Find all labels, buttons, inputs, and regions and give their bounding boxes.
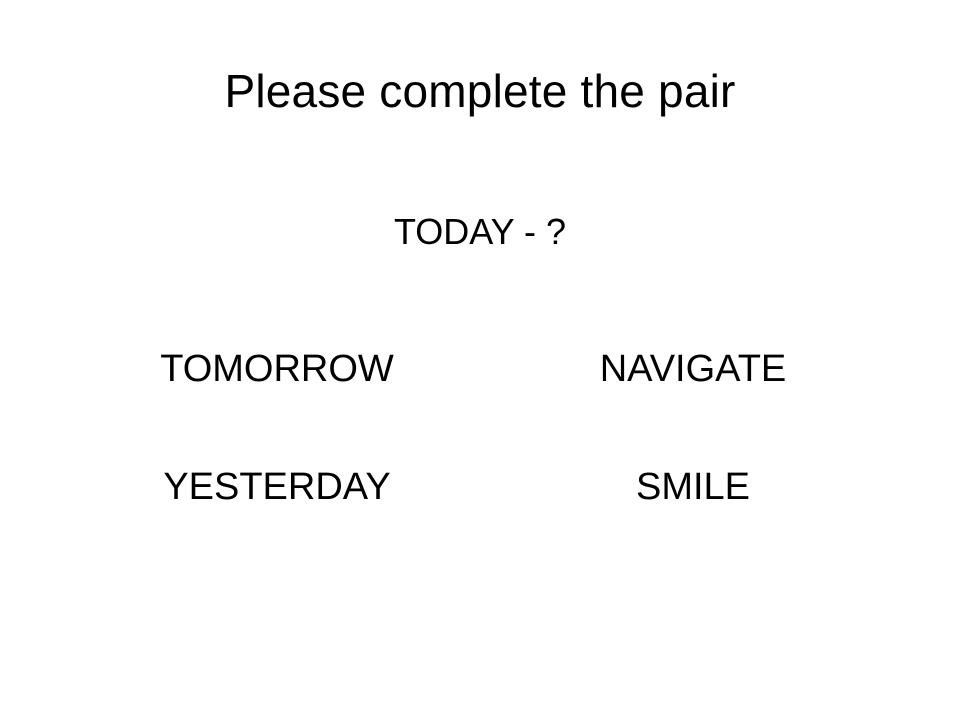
option-yesterday[interactable]: YESTERDAY xyxy=(107,462,447,512)
slide: Please complete the pair TODAY - ? TOMOR… xyxy=(0,0,960,720)
pair-prompt: TODAY - ? xyxy=(393,211,567,252)
option-navigate[interactable]: NAVIGATE xyxy=(523,344,863,394)
option-smile[interactable]: SMILE xyxy=(523,462,863,512)
option-tomorrow[interactable]: TOMORROW xyxy=(107,344,447,394)
slide-title: Please complete the pair xyxy=(224,65,736,117)
